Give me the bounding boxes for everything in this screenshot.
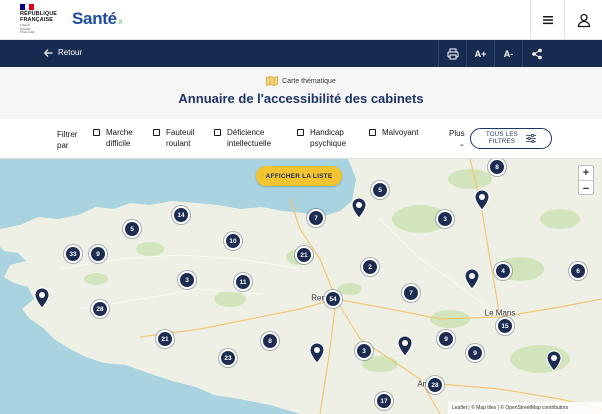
page-title: Annuaire de l'accessibilité des cabinets bbox=[178, 91, 424, 106]
map-view[interactable]: Rennes Le Mans Angers 5 14 7 5 10 33 9 2… bbox=[0, 159, 602, 414]
share-button[interactable] bbox=[522, 40, 550, 67]
checkbox[interactable] bbox=[93, 129, 100, 136]
menu-button[interactable] bbox=[530, 0, 564, 40]
map-cluster[interactable]: 5 bbox=[123, 220, 141, 238]
checkbox[interactable] bbox=[297, 129, 304, 136]
menu-icon bbox=[542, 16, 553, 25]
map-cluster[interactable]: 7 bbox=[307, 209, 325, 227]
republique-francaise-logo[interactable]: RÉPUBLIQUE FRANÇAISE Liberté Égalité Fra… bbox=[20, 4, 62, 38]
page-toolbar: Retour A+ A- bbox=[0, 40, 602, 67]
arrow-left-icon bbox=[44, 48, 53, 57]
checkbox[interactable] bbox=[153, 129, 160, 136]
city-label: Le Mans bbox=[484, 308, 516, 318]
sliders-icon bbox=[525, 134, 536, 143]
checkbox[interactable] bbox=[214, 129, 221, 136]
map-cluster[interactable]: 14 bbox=[172, 206, 190, 224]
map-attribution[interactable]: Leaflet | © Map tiles | © OpenStreetMap … bbox=[448, 402, 602, 414]
chevron-down-icon: ⌄ bbox=[459, 141, 465, 148]
map-icon bbox=[266, 76, 279, 86]
map-location-pin[interactable] bbox=[34, 287, 50, 309]
filter-malvoyant[interactable]: Malvoyant bbox=[369, 127, 418, 138]
print-icon bbox=[447, 48, 458, 59]
share-icon bbox=[531, 48, 542, 59]
map-cluster[interactable]: 21 bbox=[156, 330, 174, 348]
map-cluster[interactable]: 11 bbox=[234, 273, 252, 291]
map-cluster[interactable]: 21 bbox=[295, 246, 313, 264]
map-location-pin[interactable] bbox=[397, 335, 413, 357]
map-cluster[interactable]: 9 bbox=[437, 330, 455, 348]
map-location-pin[interactable] bbox=[351, 197, 367, 219]
map-cluster[interactable]: 2 bbox=[361, 258, 379, 276]
filter-label: Filtrer par bbox=[57, 130, 78, 150]
filter-deficience-intellectuelle[interactable]: Déficience intellectuelle bbox=[214, 127, 271, 149]
map-cluster[interactable]: 9 bbox=[466, 344, 484, 362]
map-cluster[interactable]: 6 bbox=[569, 262, 587, 280]
show-list-button[interactable]: AFFICHER LA LISTE bbox=[256, 166, 342, 186]
map-cluster[interactable]: 28 bbox=[91, 300, 109, 318]
more-filters-dropdown[interactable]: Plus ⌄ bbox=[449, 129, 465, 148]
back-link[interactable]: Retour bbox=[44, 48, 82, 57]
map-cluster[interactable]: 33 bbox=[64, 245, 82, 263]
user-icon bbox=[577, 13, 590, 28]
map-background bbox=[0, 159, 602, 414]
map-cluster[interactable]: 3 bbox=[355, 342, 373, 360]
map-cluster[interactable]: 28 bbox=[426, 376, 444, 394]
decrease-text-button[interactable]: A- bbox=[494, 40, 522, 67]
map-cluster[interactable]: 17 bbox=[375, 392, 393, 410]
filter-fauteuil-roulant[interactable]: Fauteuil roulant bbox=[153, 127, 194, 149]
map-location-pin[interactable] bbox=[309, 342, 325, 364]
theme-label: Carte thématique bbox=[0, 76, 602, 86]
zoom-in-button[interactable]: + bbox=[579, 166, 593, 181]
map-cluster[interactable]: 10 bbox=[224, 232, 242, 250]
checkbox[interactable] bbox=[369, 129, 376, 136]
map-cluster[interactable]: 4 bbox=[494, 262, 512, 280]
page-heading: Carte thématique Annuaire de l'accessibi… bbox=[0, 67, 602, 119]
filter-handicap-psychique[interactable]: Handicap psychique bbox=[297, 127, 346, 149]
increase-text-button[interactable]: A+ bbox=[466, 40, 494, 67]
map-cluster[interactable]: 5 bbox=[371, 181, 389, 199]
map-cluster[interactable]: 54 bbox=[324, 290, 342, 308]
print-button[interactable] bbox=[438, 40, 466, 67]
zoom-out-button[interactable]: − bbox=[579, 181, 593, 196]
sante-fr-logo[interactable]: Santé.fr bbox=[72, 9, 123, 29]
map-cluster[interactable]: 15 bbox=[496, 317, 514, 335]
all-filters-button[interactable]: TOUS LES FILTRES bbox=[470, 128, 552, 149]
back-label: Retour bbox=[58, 48, 83, 57]
zoom-control: + − bbox=[578, 165, 594, 195]
map-location-pin[interactable] bbox=[464, 268, 480, 290]
map-cluster[interactable]: 9 bbox=[89, 245, 107, 263]
map-location-pin[interactable] bbox=[546, 350, 562, 372]
account-button[interactable] bbox=[564, 0, 602, 40]
map-location-pin[interactable] bbox=[474, 189, 490, 211]
republic-name: RÉPUBLIQUE FRANÇAISE bbox=[20, 11, 58, 23]
map-cluster[interactable]: 8 bbox=[261, 332, 279, 350]
flag-icon bbox=[20, 4, 35, 10]
site-header: RÉPUBLIQUE FRANÇAISE Liberté Égalité Fra… bbox=[0, 0, 602, 40]
map-cluster[interactable]: 23 bbox=[219, 349, 237, 367]
map-cluster[interactable]: 7 bbox=[402, 284, 420, 302]
map-cluster[interactable]: 3 bbox=[178, 271, 196, 289]
filter-marche-difficile[interactable]: Marche difficile bbox=[93, 127, 133, 149]
republic-motto: Liberté Égalité Fraternité bbox=[20, 23, 35, 35]
map-cluster[interactable]: 3 bbox=[436, 210, 454, 228]
